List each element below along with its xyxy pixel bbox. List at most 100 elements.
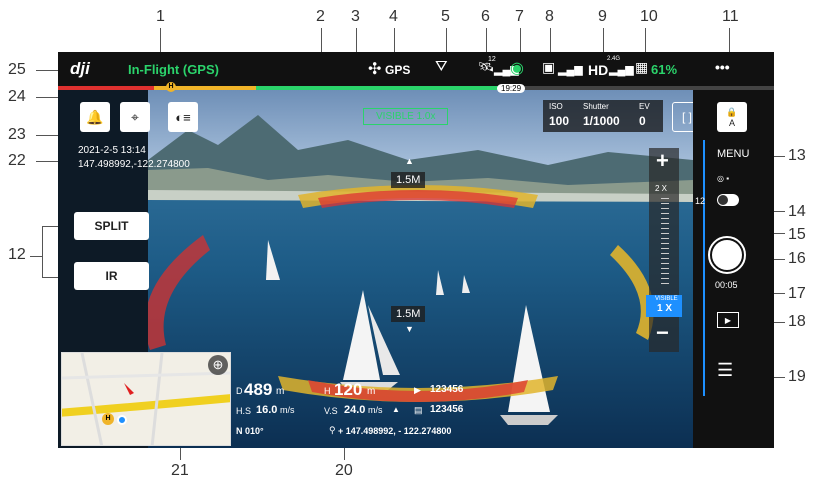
toggle-knob	[718, 195, 728, 205]
callout-23: 23	[8, 126, 26, 143]
zoom-panel[interactable]: + 2 X −	[649, 148, 679, 352]
camera-mode-icon: ◎ ▪	[717, 174, 730, 183]
zoom-ticks	[661, 198, 669, 288]
callout-19: 19	[788, 368, 806, 385]
split-button[interactable]: SPLIT	[74, 212, 149, 240]
drone-coords: + 147.498992, - 122.274800	[338, 426, 452, 436]
battery-percent[interactable]: 61%	[651, 62, 677, 77]
callout-16: 16	[788, 250, 806, 267]
obstacle-distance-bottom: 1.5M	[391, 306, 426, 322]
ir-button[interactable]: IR	[74, 262, 149, 290]
playback-button[interactable]: ▶	[717, 312, 739, 328]
flight-bar-green	[256, 86, 514, 90]
obstacle-distance-top: 1.5M	[391, 172, 426, 188]
callout-10: 10	[640, 8, 658, 25]
callout-9: 9	[598, 8, 607, 25]
zoom-value: 1 X	[657, 303, 673, 314]
hspeed-label: H.S	[236, 406, 252, 416]
hd-band: 2.4G	[607, 56, 621, 62]
callout-12: 12	[8, 246, 26, 263]
callout-3: 3	[351, 8, 360, 25]
shutter-button[interactable]	[708, 236, 746, 274]
callout-4: 4	[389, 8, 398, 25]
settings-sliders-icon[interactable]: ☰	[717, 360, 733, 381]
height-unit: m	[367, 386, 376, 397]
ev-value: 0	[639, 114, 646, 128]
home-marker-icon: H	[166, 82, 176, 92]
panel-divider	[703, 140, 705, 396]
vspeed-unit: m/s	[368, 405, 383, 415]
callout-18: 18	[788, 313, 806, 330]
map-expand-icon[interactable]: ⊕	[208, 355, 228, 375]
ev-label: EV	[639, 102, 650, 111]
bell-icon: 🔔	[86, 108, 104, 125]
obstacle-arrow-bottom-icon: ▼	[405, 324, 414, 334]
focus-frame-icon: [ ]	[681, 110, 692, 124]
vision-icon[interactable]: ◉	[510, 58, 524, 78]
location-pin-icon: ⚲	[329, 425, 336, 435]
dji-logo: dji	[70, 59, 90, 78]
callout-14: 14	[788, 203, 806, 220]
gps-label: GPS	[385, 63, 411, 77]
flight-mode-button[interactable]: ⌖	[120, 102, 150, 132]
callout-24: 24	[8, 88, 26, 105]
callout-11: 11	[722, 8, 739, 25]
rc-signal-icon: ▂▄▆	[558, 64, 583, 76]
height-label: H	[324, 386, 331, 396]
photo-count: 12	[695, 196, 706, 206]
status-bar: dji In-Flight (GPS) ✣ GPS ⛛ 🛰 12 ▂▄▆ ◉ ▣…	[58, 52, 774, 88]
ae-lock-label: A	[728, 117, 735, 128]
id-icon-2: ▤	[414, 405, 423, 415]
ae-lock-button[interactable]: 🔒 A	[717, 102, 747, 132]
id-value-1: 123456	[430, 384, 464, 395]
camera-settings-button[interactable]: ◐≡	[168, 102, 198, 132]
exposure-icon: ◐≡	[175, 109, 191, 125]
flight-bar-red	[58, 86, 154, 90]
distance-unit: m	[276, 386, 285, 397]
callout-20: 20	[335, 462, 353, 479]
remote-controller-icon: ▣	[542, 59, 556, 75]
iso-value: 100	[549, 114, 570, 128]
telemetry-panel: D 489 m H 120 m ▶ 123456 H.S 16.0 m/s V.…	[234, 378, 504, 444]
zoom-indicator[interactable]: VISIBLE 1 X	[646, 295, 682, 317]
callout-17: 17	[788, 285, 806, 302]
shutter-label: Shutter	[583, 102, 609, 111]
hd-signal-icon: ▂▄▆	[609, 64, 634, 76]
map-graphic	[62, 353, 230, 445]
vspeed-label: V.S	[324, 406, 338, 416]
shutter-value: 1/1000	[583, 114, 620, 128]
zoom-max-label: 2 X	[655, 184, 668, 193]
obstacle-sensing-icon[interactable]: ⛛	[435, 58, 448, 75]
hspeed-value: 16.0	[256, 404, 278, 416]
shutter-inner	[712, 240, 742, 270]
play-icon: ▶	[724, 315, 732, 325]
hspeed-unit: m/s	[280, 405, 295, 415]
flight-time: 19:29	[497, 84, 526, 93]
mini-map[interactable]: H ⊕	[61, 352, 231, 446]
flight-status[interactable]: In-Flight (GPS)	[128, 62, 219, 77]
callout-7: 7	[515, 8, 524, 25]
datetime: 2021-2-5 13:14	[78, 145, 146, 156]
camera-control-panel: 🔒 A MENU ◎ ▪ 12 00:05 ▶ ☰	[693, 90, 774, 448]
heading: N 010°	[236, 426, 264, 436]
zoom-out-button[interactable]: −	[656, 320, 669, 346]
callout-13: 13	[788, 147, 806, 164]
more-button[interactable]: •••	[715, 59, 730, 75]
menu-button[interactable]: MENU	[717, 148, 749, 160]
visible-zoom-label: VISIBLE 1.0x	[363, 108, 449, 125]
drone-icon: ✣	[368, 61, 382, 78]
distance-value: 489	[244, 380, 273, 399]
home-coords: 147.498992,-122.274800	[78, 159, 190, 170]
alert-button[interactable]: 🔔	[80, 102, 110, 132]
id-icon-1: ▶	[414, 385, 421, 395]
callout-5: 5	[441, 8, 450, 25]
zoom-in-button[interactable]: +	[656, 148, 669, 174]
gnss-count: 12	[488, 56, 496, 63]
app-screen: dji In-Flight (GPS) ✣ GPS ⛛ 🛰 12 ▂▄▆ ◉ ▣…	[58, 52, 774, 448]
photo-video-toggle[interactable]	[717, 194, 739, 206]
home-point-icon: H	[102, 413, 114, 425]
lock-icon: 🔒	[726, 106, 738, 117]
height-value: 120	[334, 380, 363, 399]
exposure-panel[interactable]: ISO 100 Shutter 1/1000 EV 0	[543, 100, 663, 132]
iso-label: ISO	[549, 102, 563, 111]
